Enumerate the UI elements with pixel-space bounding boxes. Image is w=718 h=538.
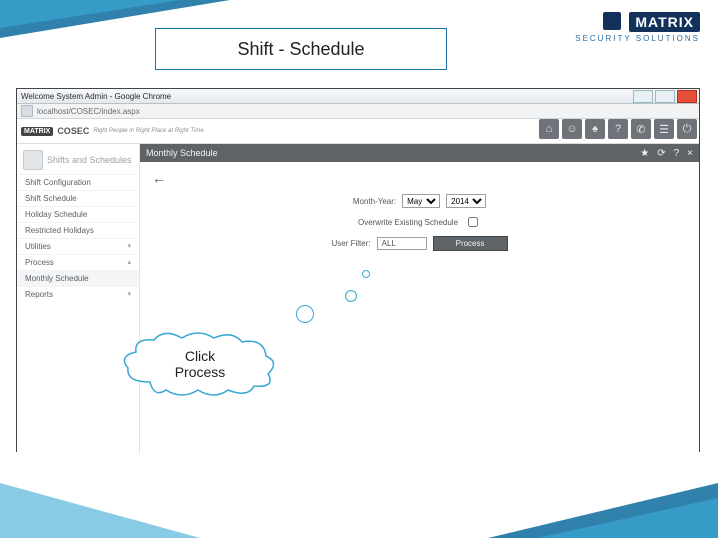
slide-title: Shift - Schedule bbox=[237, 39, 364, 60]
phone-icon[interactable]: ✆ bbox=[631, 119, 651, 139]
sidebar-item-shift-configuration[interactable]: Shift Configuration bbox=[17, 174, 139, 190]
month-year-label: Month-Year: bbox=[353, 197, 396, 206]
callout-dot-large bbox=[296, 305, 314, 323]
minimize-button[interactable] bbox=[633, 90, 653, 103]
sidebar-item-holiday-schedule[interactable]: Holiday Schedule bbox=[17, 206, 139, 222]
brand-name: MATRIX bbox=[629, 12, 700, 32]
content-panel: Monthly Schedule ★ ⟳ ? × ← Month-Year: M… bbox=[140, 144, 699, 454]
sidebar-item-label: Shift Schedule bbox=[25, 194, 77, 203]
decoration-bottom-left bbox=[0, 483, 200, 538]
sidebar-group-title: Shifts and Schedules bbox=[47, 155, 132, 165]
sidebar-item-process[interactable]: Process ▴ bbox=[17, 254, 139, 270]
sidebar-item-shift-schedule[interactable]: Shift Schedule bbox=[17, 190, 139, 206]
address-bar: localhost/COSEC/index.aspx bbox=[17, 104, 699, 119]
panel-close-icon[interactable]: × bbox=[687, 148, 693, 159]
callout-line1: Click bbox=[185, 348, 215, 364]
sidebar-item-utilities[interactable]: Utilities ▾ bbox=[17, 238, 139, 254]
overwrite-label: Overwrite Existing Schedule bbox=[358, 218, 458, 227]
chevron-down-icon: ▾ bbox=[127, 290, 131, 298]
grid-icon[interactable]: ☰ bbox=[654, 119, 674, 139]
sidebar-item-label: Utilities bbox=[25, 242, 51, 251]
decoration-bottom-right-light bbox=[538, 498, 718, 538]
calendar-icon bbox=[23, 150, 43, 170]
window-controls bbox=[633, 90, 697, 103]
header-iconbar: ⌂ ☺ ♠ ? ✆ ☰ ⏻ bbox=[539, 119, 697, 139]
home-icon[interactable]: ⌂ bbox=[539, 119, 559, 139]
sidebar-item-restricted-holidays[interactable]: Restricted Holidays bbox=[17, 222, 139, 238]
userfilter-value: ALL bbox=[382, 239, 396, 248]
month-select[interactable]: May bbox=[402, 194, 440, 208]
help-icon[interactable]: ? bbox=[608, 119, 628, 139]
bell-icon[interactable]: ♠ bbox=[585, 119, 605, 139]
process-button-label: Process bbox=[456, 239, 485, 248]
maximize-button[interactable] bbox=[655, 90, 675, 103]
chevron-up-icon: ▴ bbox=[127, 258, 131, 266]
browser-window: Welcome System Admin - Google Chrome loc… bbox=[16, 88, 700, 452]
callout-dot-small bbox=[362, 270, 370, 278]
userfilter-select[interactable]: ALL bbox=[377, 237, 427, 250]
sidebar-item-label: Reports bbox=[25, 290, 53, 299]
window-titlebar: Welcome System Admin - Google Chrome bbox=[17, 89, 699, 104]
userfilter-label: User Filter: bbox=[331, 239, 370, 248]
sidebar-item-label: Process bbox=[25, 258, 54, 267]
callout-dot-medium bbox=[345, 290, 357, 302]
window-title: Welcome System Admin - Google Chrome bbox=[21, 92, 171, 101]
brand-logo: MATRIX SECURITY SOLUTIONS bbox=[575, 12, 700, 43]
panel-header: Monthly Schedule ★ ⟳ ? × bbox=[140, 144, 699, 162]
url-text: localhost/COSEC/index.aspx bbox=[37, 107, 140, 116]
sidebar-item-label: Monthly Schedule bbox=[25, 274, 89, 283]
power-icon[interactable]: ⏻ bbox=[677, 119, 697, 139]
sidebar-list: Shift Configuration Shift Schedule Holid… bbox=[17, 174, 139, 302]
callout-cloud: Click Process bbox=[120, 332, 280, 396]
brand-tagline: SECURITY SOLUTIONS bbox=[575, 34, 700, 43]
brand-dots-icon bbox=[603, 12, 621, 30]
sidebar: Shifts and Schedules Shift Configuration… bbox=[17, 144, 140, 454]
year-select[interactable]: 2014 bbox=[446, 194, 486, 208]
userfilter-row: User Filter: ALL Process bbox=[148, 236, 691, 251]
decoration-top-left-light bbox=[0, 0, 180, 28]
app-product-name: COSEC bbox=[57, 126, 89, 136]
close-window-button[interactable] bbox=[677, 90, 697, 103]
sidebar-item-label: Holiday Schedule bbox=[25, 210, 87, 219]
sidebar-item-label: Restricted Holidays bbox=[25, 226, 94, 235]
app-tagline: Right People in Right Place at Right Tim… bbox=[93, 128, 203, 134]
callout-line2: Process bbox=[175, 364, 226, 380]
user-icon[interactable]: ☺ bbox=[562, 119, 582, 139]
sidebar-item-monthly-schedule[interactable]: Monthly Schedule bbox=[17, 270, 139, 286]
panel-title: Monthly Schedule bbox=[146, 148, 218, 158]
app-logo-badge: MATRIX bbox=[21, 127, 53, 136]
process-button[interactable]: Process bbox=[433, 236, 508, 251]
chevron-down-icon: ▾ bbox=[127, 242, 131, 250]
refresh-icon[interactable]: ⟳ bbox=[657, 148, 665, 159]
back-arrow-icon[interactable]: ← bbox=[148, 168, 170, 188]
slide-title-box: Shift - Schedule bbox=[155, 28, 447, 70]
sidebar-item-reports[interactable]: Reports ▾ bbox=[17, 286, 139, 302]
sidebar-item-label: Shift Configuration bbox=[25, 178, 91, 187]
month-year-row: Month-Year: May 2014 bbox=[148, 194, 691, 208]
overwrite-row: Overwrite Existing Schedule bbox=[148, 214, 691, 230]
overwrite-checkbox[interactable] bbox=[468, 217, 478, 227]
sidebar-group-header: Shifts and Schedules bbox=[17, 144, 139, 174]
page-icon bbox=[21, 105, 33, 117]
star-icon[interactable]: ★ bbox=[640, 148, 649, 159]
panel-help-icon[interactable]: ? bbox=[674, 148, 680, 159]
